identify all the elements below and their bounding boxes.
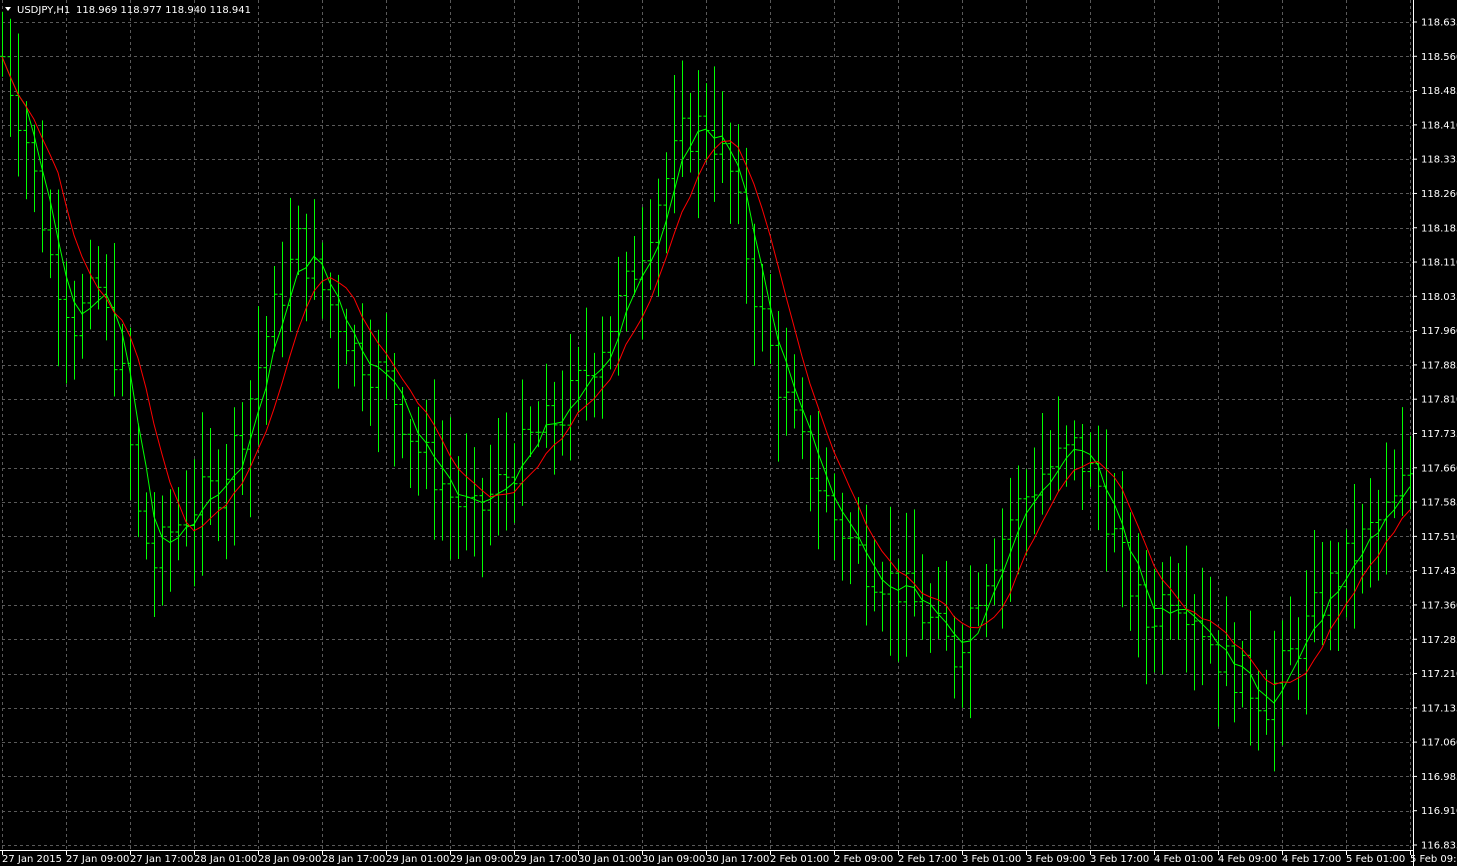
time-tick-label: 3 Feb 01:00 <box>962 854 1021 865</box>
price-tick-label: 117.660 <box>1421 463 1457 474</box>
time-tick-label: 29 Jan 01:00 <box>386 854 449 865</box>
time-tick-label: 2 Feb 09:00 <box>834 854 893 865</box>
time-tick-label: 2 Feb 01:00 <box>770 854 829 865</box>
price-tick-label: 118.410 <box>1421 120 1457 131</box>
price-tick-label: 117.060 <box>1421 738 1457 749</box>
price-tick-label: 118.635 <box>1421 18 1457 29</box>
time-tick-label: 2 Feb 17:00 <box>898 854 957 865</box>
time-tick-label: 30 Jan 17:00 <box>706 854 769 865</box>
time-tick-label: 3 Feb 17:00 <box>1090 854 1149 865</box>
time-tick-label: 27 Jan 17:00 <box>130 854 193 865</box>
price-tick-label: 118.185 <box>1421 223 1457 234</box>
time-tick-label: 28 Jan 01:00 <box>194 854 257 865</box>
price-tick-label: 117.810 <box>1421 395 1457 406</box>
price-chart[interactable]: 118.635 118.560 118.485 118.410 118.335 118.2… <box>0 0 1457 866</box>
time-tick-label: 4 Feb 09:00 <box>1218 854 1277 865</box>
price-tick-label: 118.335 <box>1421 155 1457 166</box>
time-tick-label: 27 Jan 2015 <box>2 854 62 865</box>
price-tick-label: 118.260 <box>1421 189 1457 200</box>
chart-window[interactable]: 118.635 118.560 118.485 118.410 118.335 118.2… <box>0 0 1457 866</box>
price-tick-label: 117.585 <box>1421 498 1457 509</box>
time-tick-label: 29 Jan 09:00 <box>450 854 513 865</box>
price-tick-label: 117.360 <box>1421 600 1457 611</box>
price-tick-label: 118.560 <box>1421 52 1457 63</box>
price-tick-label: 117.285 <box>1421 635 1457 646</box>
price-tick-label: 117.885 <box>1421 360 1457 371</box>
price-tick-label: 117.510 <box>1421 532 1457 543</box>
symbol-label: USDJPY,H1 <box>17 5 70 16</box>
price-tick-label: 116.910 <box>1421 806 1457 817</box>
price-tick-label: 117.435 <box>1421 566 1457 577</box>
price-tick-label: 118.110 <box>1421 258 1457 269</box>
time-tick-label: 28 Jan 17:00 <box>322 854 385 865</box>
time-tick-label: 5 Feb 09:00 <box>1410 854 1457 865</box>
price-tick-label: 116.835 <box>1421 841 1457 852</box>
time-tick-label: 27 Jan 09:00 <box>66 854 129 865</box>
time-tick-label: 3 Feb 09:00 <box>1026 854 1085 865</box>
time-tick-label: 5 Feb 01:00 <box>1346 854 1405 865</box>
price-tick-label: 117.960 <box>1421 326 1457 337</box>
price-tick-label: 118.485 <box>1421 86 1457 97</box>
time-tick-label: 29 Jan 17:00 <box>514 854 577 865</box>
time-tick-label: 30 Jan 01:00 <box>578 854 641 865</box>
time-tick-label: 4 Feb 17:00 <box>1282 854 1341 865</box>
time-tick-label: 30 Jan 09:00 <box>642 854 705 865</box>
price-tick-label: 117.210 <box>1421 669 1457 680</box>
chart-background <box>0 0 1457 866</box>
time-tick-label: 28 Jan 09:00 <box>258 854 321 865</box>
ohlc-label: 118.969 118.977 118.940 118.941 <box>76 5 251 16</box>
time-tick-label: 4 Feb 01:00 <box>1154 854 1213 865</box>
price-tick-label: 116.985 <box>1421 772 1457 783</box>
price-tick-label: 117.135 <box>1421 703 1457 714</box>
chart-header: USDJPY,H1 118.969 118.977 118.940 118.94… <box>5 5 251 16</box>
price-tick-label: 117.735 <box>1421 429 1457 440</box>
price-tick-label: 118.035 <box>1421 292 1457 303</box>
